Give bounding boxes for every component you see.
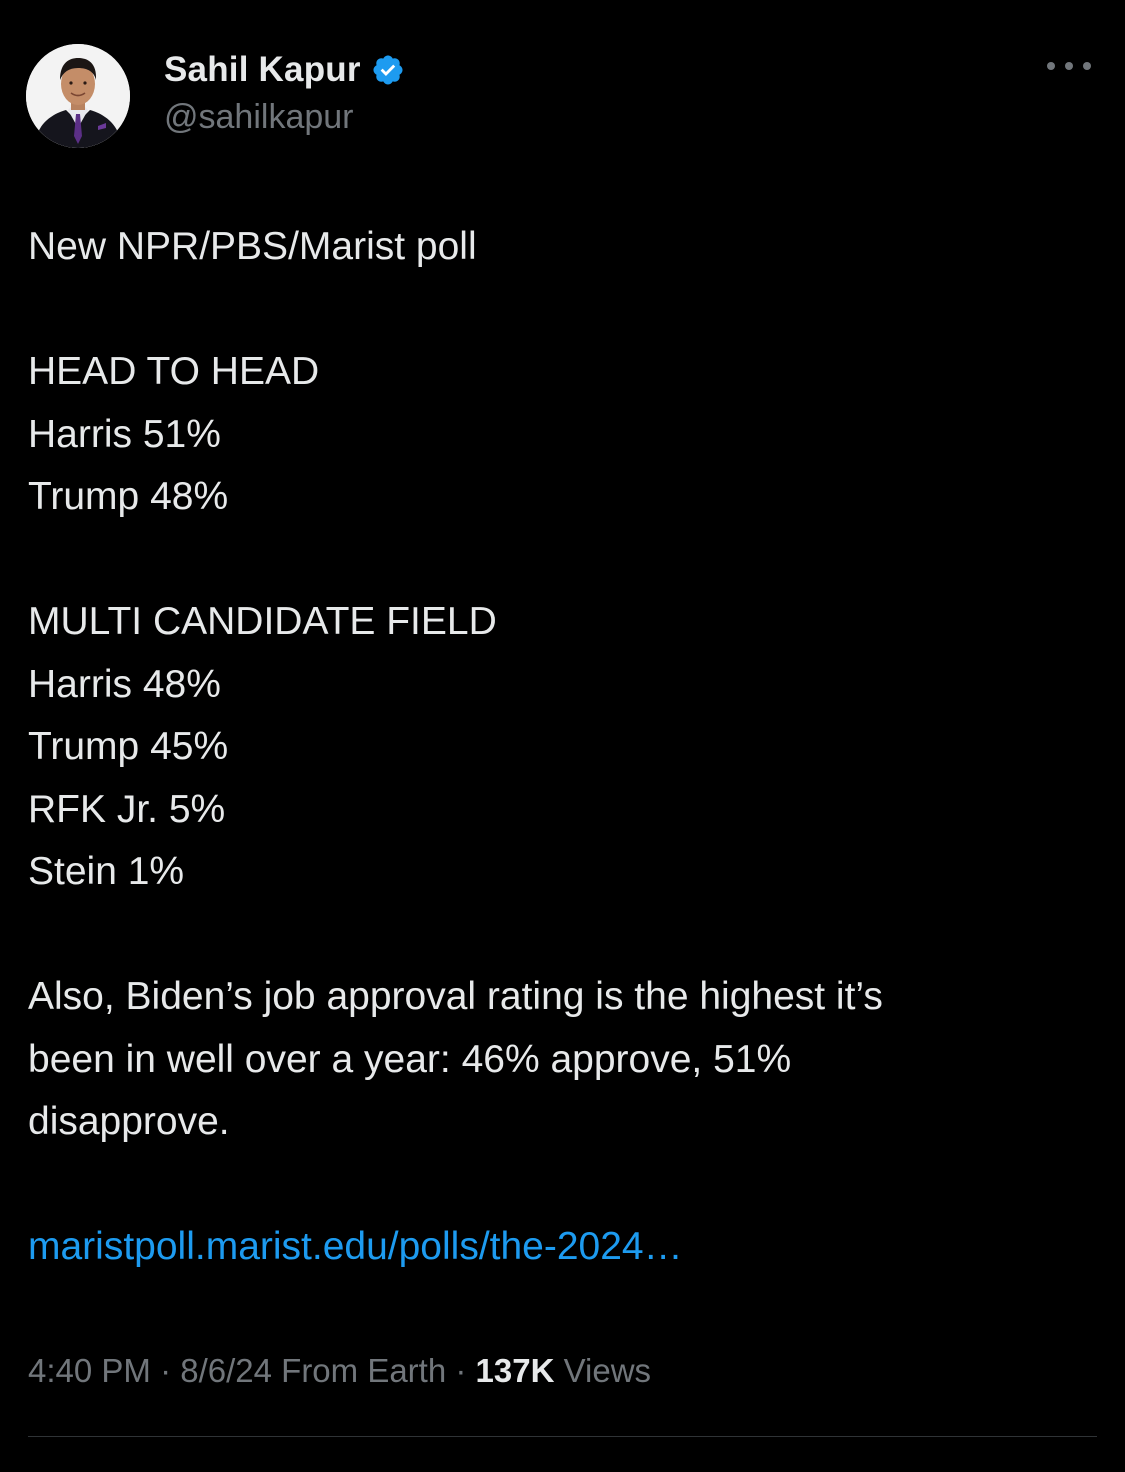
divider <box>28 1436 1097 1437</box>
approval-text-line: Also, Biden’s job approval rating is the… <box>28 975 883 1018</box>
poll-result-line: Stein 1% <box>28 850 185 893</box>
more-options-icon[interactable] <box>1047 56 1091 76</box>
meta-separator: · <box>446 1352 476 1389</box>
poll-result-line: RFK Jr. 5% <box>28 787 226 831</box>
poll-result-line: Harris 51% <box>28 412 221 456</box>
more-dot <box>1065 62 1073 70</box>
multi-candidate-heading: MULTI CANDIDATE FIELD <box>28 600 497 643</box>
marist-poll-link[interactable]: maristpoll.marist.edu/polls/the-2024… <box>28 1225 683 1268</box>
verified-badge-icon[interactable] <box>371 53 405 87</box>
tweet-link-line: maristpoll.marist.edu/polls/the-2024… <box>28 1216 1098 1279</box>
tweet-time[interactable]: 4:40 PM <box>28 1352 151 1389</box>
more-dot <box>1083 62 1091 70</box>
tweet-detail: Sahil Kapur @sahilkapur New NPR/PBS/Mari… <box>0 0 1125 1472</box>
tweet-source: From Earth <box>281 1352 447 1389</box>
head-to-head-heading: HEAD TO HEAD <box>28 350 320 393</box>
views-count[interactable]: 137K <box>476 1352 555 1389</box>
views-label[interactable]: Views <box>564 1352 651 1389</box>
tweet-meta: 4:40 PM · 8/6/24 From Earth · 137K Views <box>28 1352 651 1390</box>
author-name-row: Sahil Kapur <box>164 48 405 92</box>
meta-separator: · <box>150 1352 181 1389</box>
more-dot <box>1047 62 1055 70</box>
avatar[interactable] <box>26 44 130 148</box>
approval-text-line: been in well over a year: 46% approve, 5… <box>28 1037 792 1081</box>
profile-photo <box>26 44 130 148</box>
approval-text-line: disapprove. <box>28 1100 230 1143</box>
tweet-intro: New NPR/PBS/Marist poll <box>28 225 477 268</box>
author-info: Sahil Kapur @sahilkapur <box>164 48 405 137</box>
author-display-name[interactable]: Sahil Kapur <box>164 50 361 90</box>
tweet-header: Sahil Kapur @sahilkapur <box>26 44 1099 148</box>
tweet-text: New NPR/PBS/Marist poll HEAD TO HEAD Har… <box>28 216 1098 1279</box>
poll-result-line: Trump 48% <box>28 475 229 518</box>
author-handle[interactable]: @sahilkapur <box>164 98 405 137</box>
poll-result-line: Trump 45% <box>28 725 229 768</box>
tweet-date[interactable]: 8/6/24 <box>180 1352 272 1389</box>
poll-result-line: Harris 48% <box>28 662 221 706</box>
